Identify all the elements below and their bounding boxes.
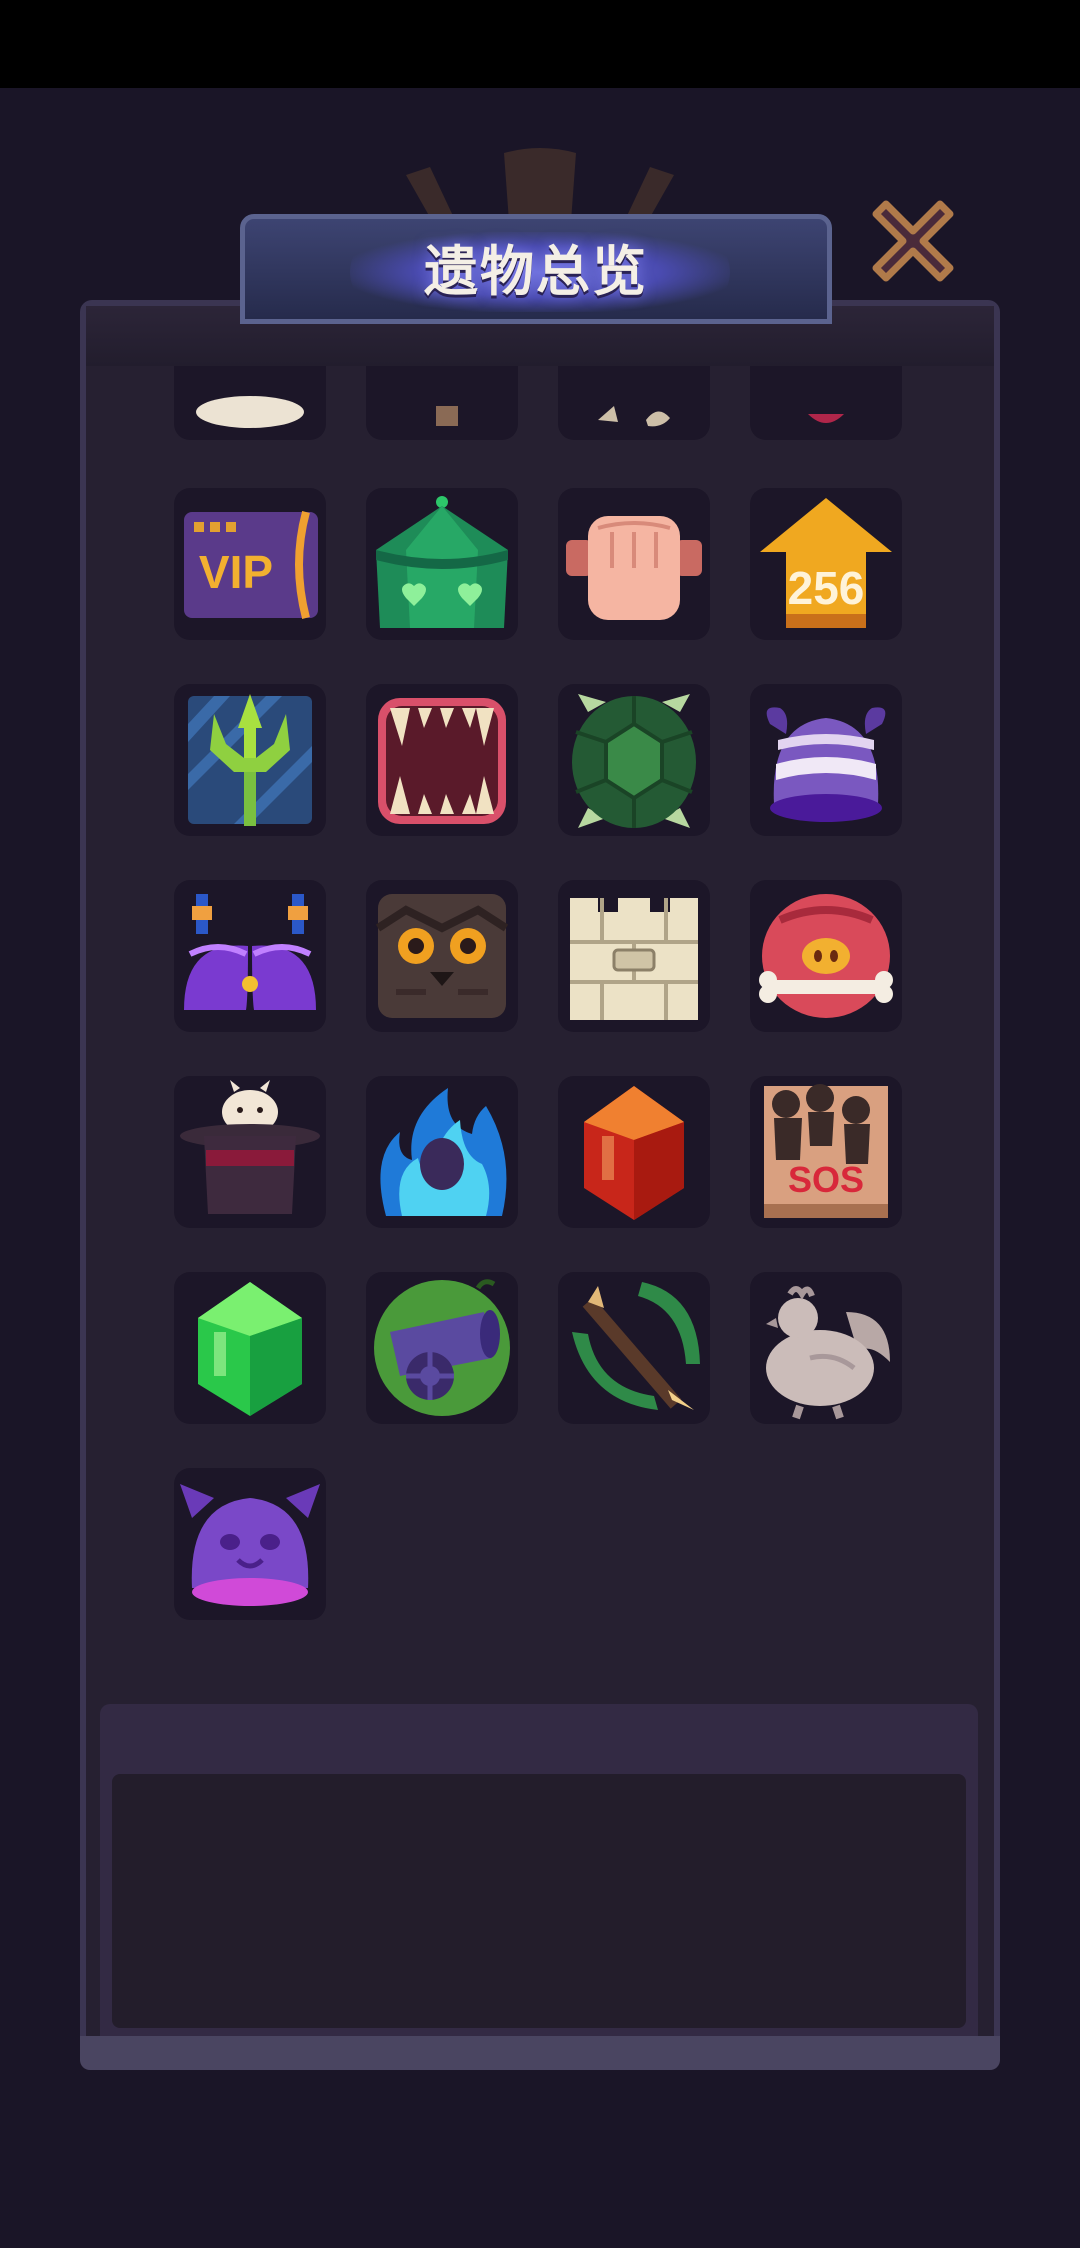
relic-green-tent[interactable] [366, 488, 518, 640]
partial-cream-icon [196, 396, 304, 428]
magic-top-hat-icon [180, 1080, 320, 1214]
pig-bone-icon [759, 894, 893, 1018]
close-icon [872, 200, 954, 282]
partial-red-icon [808, 414, 844, 423]
relic-bat-helmet[interactable] [174, 1468, 326, 1620]
trident-icon [188, 694, 312, 826]
fist-icon [566, 516, 702, 620]
poster-title-text: SOS [788, 1159, 864, 1200]
status-bar [0, 0, 1080, 88]
red-gem-icon [584, 1086, 684, 1220]
turtle-shell-icon [572, 694, 696, 828]
green-tent-icon [376, 496, 508, 628]
close-button[interactable] [858, 186, 968, 296]
relic-slot-4[interactable] [750, 366, 902, 440]
stone-tower-icon [570, 898, 698, 1020]
relic-purple-bra[interactable] [174, 880, 326, 1032]
page-title: 遗物总览 [424, 240, 648, 303]
relic-movie-poster[interactable]: SOS [750, 1076, 902, 1228]
panel-bottom-bar [80, 2036, 1000, 2070]
relic-magic-top-hat[interactable] [174, 1076, 326, 1228]
relic-stone-rooster[interactable] [750, 1272, 902, 1424]
relic-cannon[interactable] [366, 1272, 518, 1424]
crossbow-icon [572, 1282, 700, 1410]
relic-blue-flame[interactable] [366, 1076, 518, 1228]
relic-arrow-256[interactable]: 256 [750, 488, 902, 640]
relic-slot-2[interactable] [366, 366, 518, 440]
blue-flame-icon [380, 1088, 507, 1216]
relic-owl-block[interactable] [366, 880, 518, 1032]
purple-striped-hat-icon [766, 707, 886, 822]
fanged-mouth-icon [378, 698, 506, 824]
arrow-256-text: 256 [788, 562, 865, 614]
relic-stone-tower[interactable] [558, 880, 710, 1032]
partial-claw-icon [598, 406, 670, 427]
relic-fanged-mouth[interactable] [366, 684, 518, 836]
owl-block-icon [375, 894, 509, 1018]
green-gem-icon [198, 1282, 302, 1416]
relic-green-gem[interactable] [174, 1272, 326, 1424]
vip-text: VIP [199, 546, 273, 598]
relic-slot-1[interactable] [174, 366, 326, 440]
relic-fist[interactable] [558, 488, 710, 640]
relic-purple-striped-hat[interactable] [750, 684, 902, 836]
description-text [112, 1774, 966, 2028]
relic-slot-3[interactable] [558, 366, 710, 440]
relic-pig-bone[interactable] [750, 880, 902, 1032]
arrow-256-icon: 256 [760, 498, 892, 628]
relic-grid[interactable]: VIP 256 SOS [86, 366, 994, 1656]
vip-card-icon: VIP [184, 510, 318, 620]
relic-red-gem[interactable] [558, 1076, 710, 1228]
relic-vip-card[interactable]: VIP [174, 488, 326, 640]
stone-rooster-icon [766, 1286, 890, 1420]
purple-bra-icon [184, 894, 316, 1010]
cannon-icon [374, 1279, 510, 1416]
relic-crossbow[interactable] [558, 1272, 710, 1424]
relic-turtle-shell[interactable] [558, 684, 710, 836]
relic-trident[interactable] [174, 684, 326, 836]
partial-bone-icon [436, 406, 458, 426]
bat-helmet-icon [180, 1484, 320, 1606]
movie-poster-icon: SOS [764, 1084, 888, 1218]
